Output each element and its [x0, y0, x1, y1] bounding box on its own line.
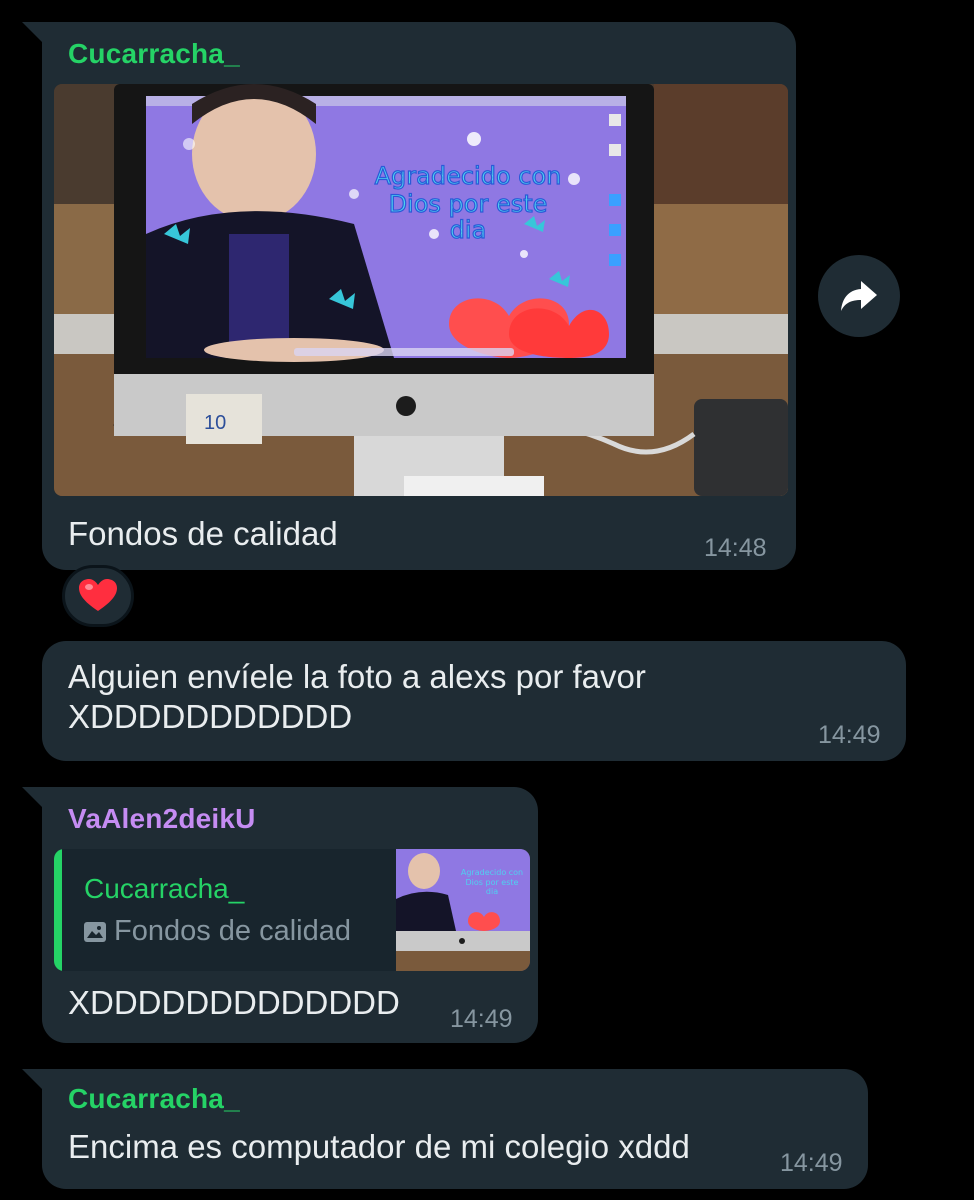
- photo-image: 10 Agradecido con Dios por este dia: [54, 84, 788, 496]
- message-text-line1[interactable]: Alguien envíele la foto a alexs por favo…: [68, 657, 646, 697]
- message-time: 14:49: [780, 1149, 843, 1177]
- image-icon: [84, 921, 106, 942]
- quoted-message[interactable]: Cucarracha_ Fondos de calidad Agradecido: [54, 849, 530, 971]
- quote-thumbnail: Agradecido con Dios por este dia: [396, 849, 530, 971]
- forward-arrow-icon: [841, 281, 877, 311]
- message-bubble-1[interactable]: Cucarracha_ 10 Agradecido con Dios por e…: [22, 22, 796, 570]
- reaction-badge[interactable]: [62, 565, 134, 627]
- sender-name[interactable]: VaAlen2deikU: [68, 803, 256, 835]
- message-text[interactable]: Encima es computador de mi colegio xddd: [68, 1127, 690, 1167]
- thumb-text-line3: dia: [486, 887, 498, 896]
- sender-name[interactable]: Cucarracha_: [68, 38, 240, 70]
- message-bubble-4[interactable]: Cucarracha_ Encima es computador de mi c…: [22, 1069, 868, 1189]
- message-bubble-3[interactable]: VaAlen2deikU Cucarracha_ Fondos de calid…: [22, 787, 538, 1043]
- heart-icon: [79, 579, 117, 611]
- message-time: 14:49: [450, 1005, 513, 1033]
- message-text[interactable]: XDDDDDDDDDDDDD: [68, 983, 400, 1023]
- sender-name[interactable]: Cucarracha_: [68, 1083, 240, 1115]
- photo-attachment[interactable]: 10 Agradecido con Dios por este dia: [54, 84, 788, 496]
- message-time: 14:49: [818, 721, 881, 749]
- thumb-text-line2: Dios por este: [466, 878, 519, 887]
- quote-thumbnail-image: Agradecido con Dios por este dia: [396, 849, 530, 971]
- quote-sender: Cucarracha_: [84, 873, 245, 904]
- screen-text-line2: Dios por este: [389, 190, 548, 218]
- thumb-text-line1: Agradecido con: [461, 868, 523, 877]
- quote-text: Fondos de calidad: [114, 915, 351, 947]
- screen-text-line1: Agradecido con: [375, 162, 562, 190]
- message-text-line2[interactable]: XDDDDDDDDDDD: [68, 697, 352, 737]
- quote-text-row: Fondos de calidad: [84, 915, 351, 948]
- forward-button[interactable]: [818, 255, 900, 337]
- message-time: 14:48: [704, 534, 767, 562]
- message-bubble-2[interactable]: Alguien envíele la foto a alexs por favo…: [42, 641, 906, 761]
- message-text[interactable]: Fondos de calidad: [68, 514, 338, 554]
- screen-text-line3: dia: [450, 216, 487, 244]
- sticker-note-text: 10: [204, 412, 226, 434]
- quote-accent-bar: [54, 849, 62, 971]
